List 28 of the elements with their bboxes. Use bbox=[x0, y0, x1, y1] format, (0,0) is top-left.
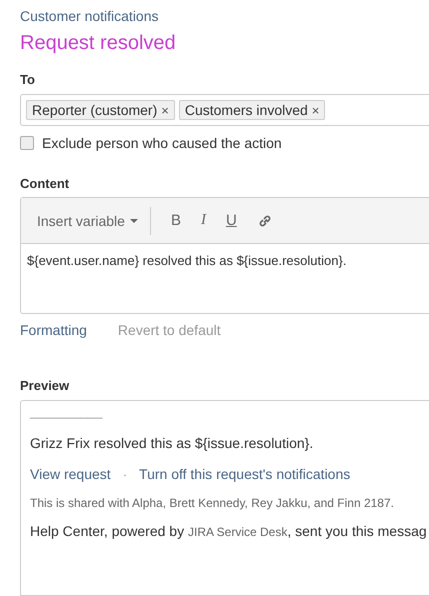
editor-text: ${event.user.name} resolved this as ${issue.resolution}. bbox=[26, 252, 348, 270]
checkbox[interactable] bbox=[20, 136, 34, 150]
underline-button[interactable]: U bbox=[226, 212, 237, 229]
remove-button[interactable]: × bbox=[161, 102, 169, 118]
checkbox-label: Exclude person who caused the action bbox=[42, 135, 282, 151]
field-label: Preview bbox=[20, 378, 70, 393]
field-label: Content bbox=[20, 176, 70, 191]
page-title: Request resolved bbox=[20, 32, 176, 55]
insert-variable-dropdown[interactable]: Insert variable bbox=[37, 206, 151, 234]
field-label: To bbox=[20, 72, 35, 87]
view-request-link[interactable]: View request bbox=[30, 466, 111, 482]
recipient-tag: Customers involved × bbox=[178, 100, 326, 120]
remove-button[interactable]: × bbox=[312, 102, 320, 118]
recipient-tag: Reporter (customer) × bbox=[26, 100, 175, 120]
separator-dot: · bbox=[122, 466, 128, 482]
turn-off-notifications-link[interactable]: Turn off this request's notifications bbox=[139, 466, 350, 482]
link-icon[interactable] bbox=[256, 212, 273, 228]
editor-link[interactable]: Formatting bbox=[20, 322, 87, 338]
preview-text: Grizz Frix resolved this as ${issue.resolution}. bbox=[30, 435, 314, 451]
content-editor[interactable]: Insert variable B I U ${event.user.name} resolved this as ${issue.resolution}. bbox=[20, 197, 429, 314]
footer-text: Help Center, powered by JIRA Service Desk, sent you this messag bbox=[30, 523, 427, 539]
recipients-field[interactable]: Reporter (customer) × Customers involved × bbox=[20, 94, 429, 126]
caret-icon bbox=[130, 218, 138, 222]
breadcrumb-link[interactable]: Customer notifications bbox=[20, 8, 159, 24]
shared-note: This is shared with Alpha, Brett Kennedy, Rey Jakku, and Finn 2187. bbox=[30, 496, 394, 510]
italic-button[interactable]: I bbox=[200, 212, 206, 229]
bold-button[interactable]: B bbox=[170, 212, 181, 229]
separator-line: __________ bbox=[30, 404, 102, 419]
